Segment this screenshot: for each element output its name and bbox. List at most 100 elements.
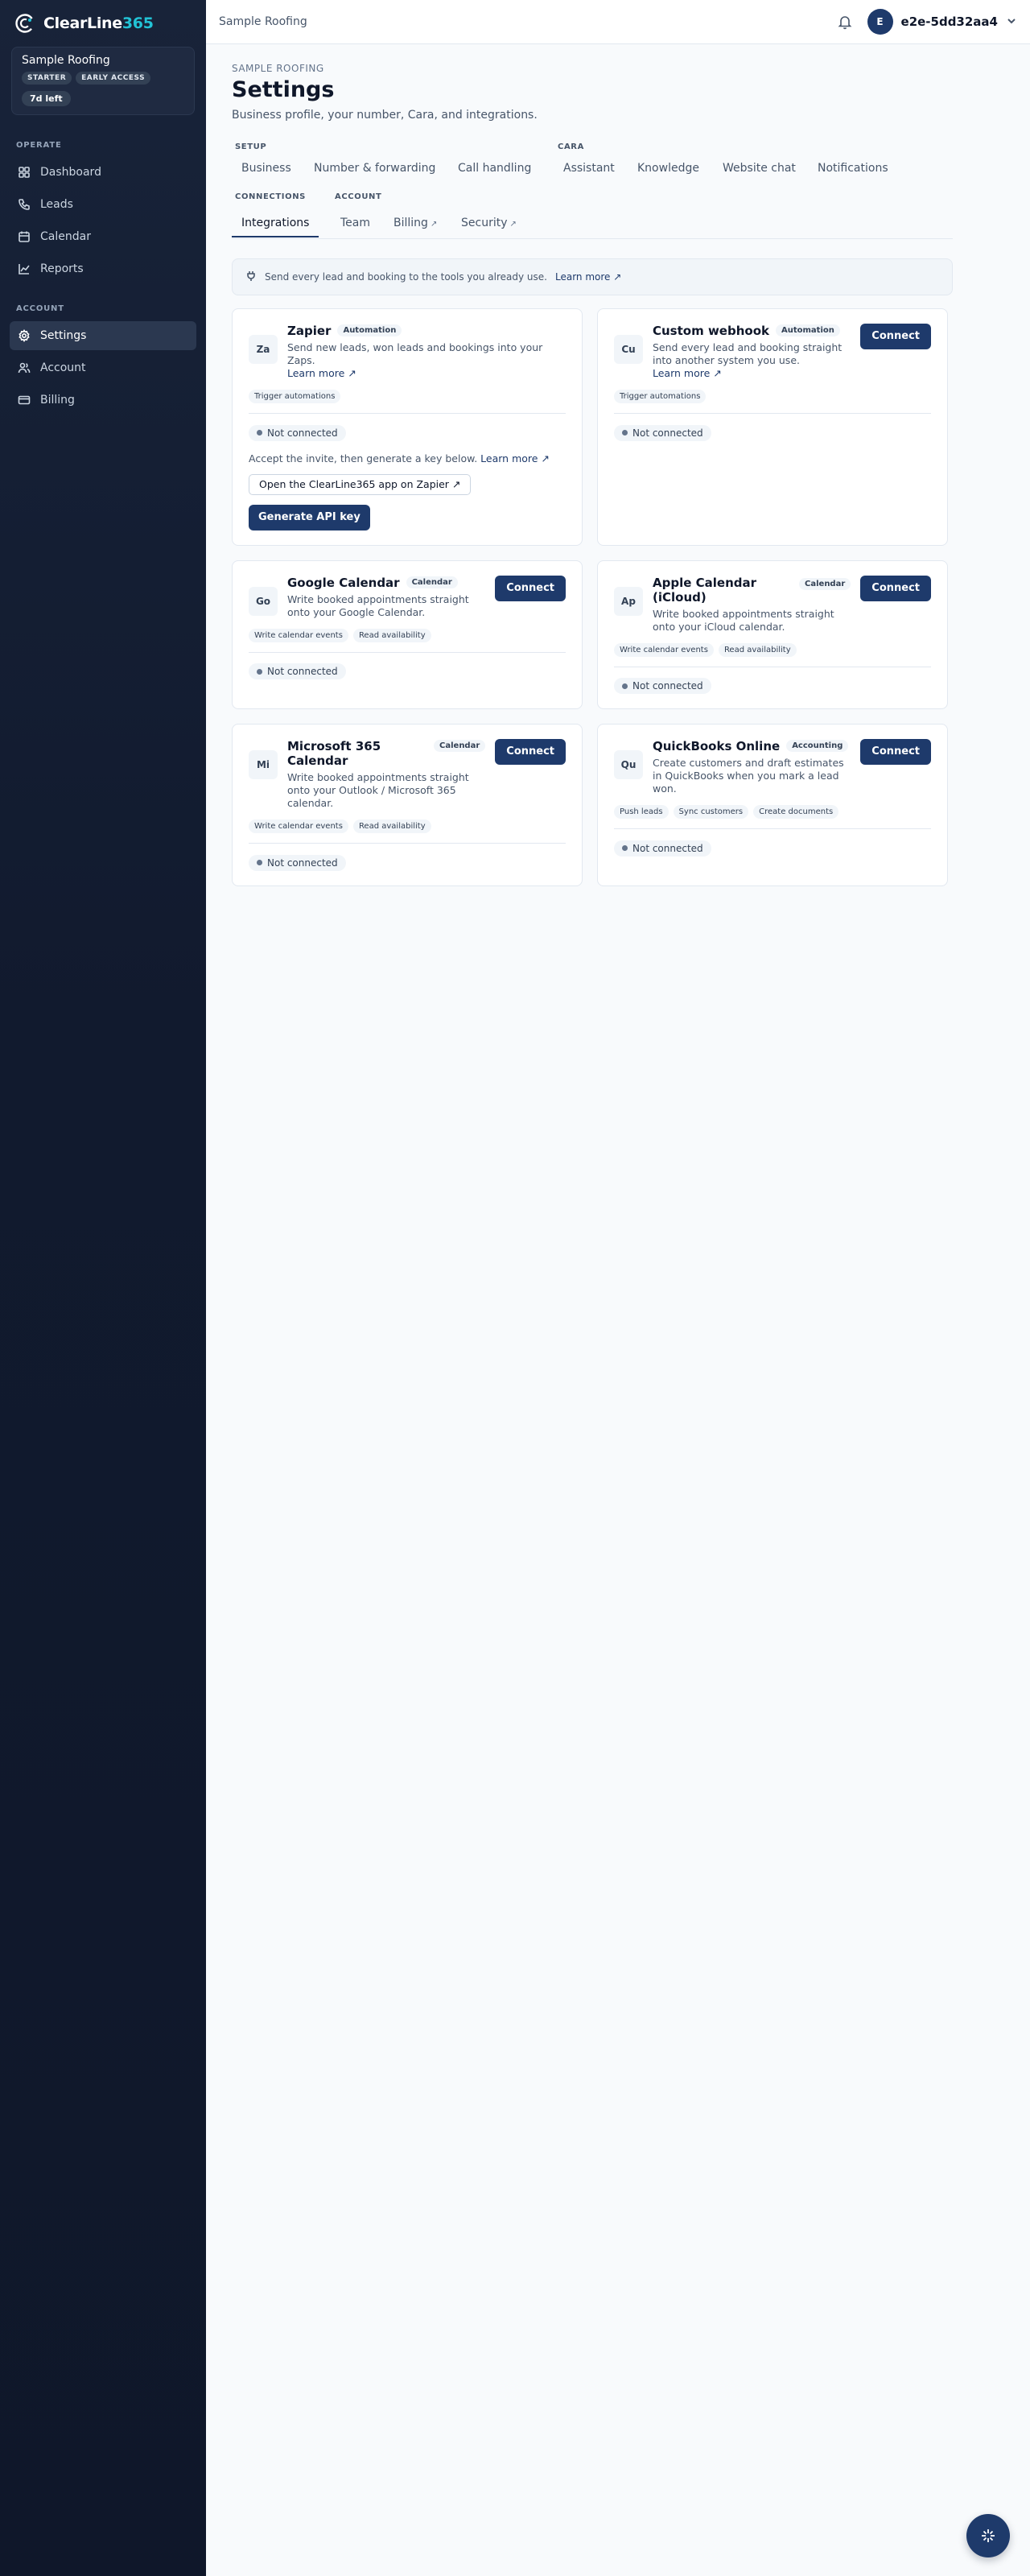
sidebar-item-label: Billing [40,394,75,407]
capability-chip: Read availability [718,642,797,657]
category-badge: Automation [337,324,402,336]
assistant-fab-button[interactable] [966,2514,1010,2557]
avatar: E [867,9,893,35]
integration-name: Google Calendar [287,575,400,590]
tab-group-account: ACCOUNT [335,192,382,201]
topbar-org-name: Sample Roofing [219,15,307,28]
user-name: e2e-5dd32aa4 [900,14,998,29]
banner-learn-more-link[interactable]: Learn more ↗ [555,271,621,283]
sidebar-item-billing[interactable]: Billing [10,386,196,415]
org-switcher[interactable]: Sample Roofing STARTER EARLY ACCESS 7d l… [11,47,195,115]
sidebar-item-label: Dashboard [40,166,101,179]
plug-icon [247,270,255,281]
tab-security[interactable]: Security ↗ [451,208,526,237]
chevron-down-icon [1007,18,1016,23]
sidebar-item-label: Reports [40,262,84,275]
page-subtitle: Business profile, your number, Cara, and… [232,109,538,122]
page-eyebrow: SAMPLE ROOFING [232,63,324,74]
divider [614,413,931,414]
integration-card-apple-calendar: Ap Apple Calendar (iCloud) Calendar Writ… [597,559,948,709]
divider [249,843,566,844]
hint-learn-more-link[interactable]: Learn more ↗ [480,452,550,464]
sparkle-icon [982,2529,995,2542]
integration-description: Write booked appointments straight onto … [653,607,834,633]
capability-chip: Sync customers [673,805,749,819]
capability-chip: Trigger automations [614,390,707,403]
integration-description: Write booked appointments straight onto … [287,771,469,809]
integration-description: Write booked appointments straight onto … [287,592,469,618]
sidebar-item-settings[interactable]: Settings [10,321,196,350]
brand[interactable]: ClearLine365 [0,0,206,47]
tab-notifications[interactable]: Notifications [808,154,898,183]
status-badge: Not connected [249,854,346,871]
learn-more-link[interactable]: Learn more ↗ [653,367,722,379]
tab-group-connections: CONNECTIONS [235,192,306,201]
sidebar-item-dashboard[interactable]: Dashboard [10,158,196,187]
integration-name: Zapier [287,324,332,338]
connect-button[interactable]: Connect [495,739,566,765]
integration-card-microsoft-365: Mi Microsoft 365 Calendar Calendar Write… [232,724,583,886]
category-badge: Calendar [406,576,458,588]
integration-tile: Mi [249,750,278,779]
phone-icon [19,199,30,210]
status-badge: Not connected [249,663,346,679]
integration-tile: Qu [614,750,643,779]
tab-group-cara: CARA [558,142,584,151]
settings-tabs: SETUP CARA Business Number & forwarding … [232,142,953,239]
tab-website-chat[interactable]: Website chat [713,154,805,183]
capability-chip: Push leads [614,805,669,819]
integration-description: Send every lead and booking straight int… [653,341,843,379]
main-content: SAMPLE ROOFING Settings Business profile… [232,63,953,886]
tab-knowledge[interactable]: Knowledge [628,154,709,183]
tab-team[interactable]: Team [331,208,380,237]
integration-card-quickbooks: Qu QuickBooks Online Accounting Create c… [597,724,948,886]
capability-chip: Create documents [753,805,839,819]
sidebar-item-reports[interactable]: Reports [10,254,196,283]
status-badge: Not connected [249,424,346,441]
integration-name: Microsoft 365 Calendar [287,739,381,768]
capability-chip: Write calendar events [249,819,348,833]
trial-days-left: 7d left [22,91,71,106]
sidebar-item-calendar[interactable]: Calendar [10,222,196,251]
connect-button[interactable]: Connect [860,739,931,765]
divider [614,828,931,829]
notifications-button[interactable] [837,14,853,30]
sidebar-item-label: Settings [40,329,87,342]
integration-name: Apple Calendar (iCloud) [653,575,757,605]
capability-chip: Trigger automations [249,390,341,403]
status-badge: Not connected [614,678,711,694]
sidebar: ClearLine365 Sample Roofing STARTER EARL… [0,0,206,2576]
sidebar-item-label: Account [40,361,86,374]
clearline-logo-icon [15,14,35,33]
tab-assistant[interactable]: Assistant [554,154,624,183]
banner-text: Send every lead and booking to the tools… [265,271,547,283]
connect-button[interactable]: Connect [860,575,931,601]
tab-integrations[interactable]: Integrations [232,208,319,237]
user-menu[interactable]: E e2e-5dd32aa4 [867,9,1017,35]
card-icon [18,395,31,405]
generate-api-key-button[interactable]: Generate API key [249,504,370,530]
sidebar-item-account[interactable]: Account [10,353,196,382]
tab-business[interactable]: Business [232,154,301,183]
integration-card-custom-webhook: Cu Custom webhook Automation Send every … [597,308,948,546]
grid-icon [19,167,30,178]
tab-billing[interactable]: Billing ↗ [384,208,447,237]
tab-group-setup: SETUP [235,142,267,151]
capability-chip: Read availability [352,819,431,833]
connect-button[interactable]: Connect [495,575,566,601]
external-link-icon: ↗ [430,220,438,229]
page-title: Settings [232,77,335,102]
tab-number-forwarding[interactable]: Number & forwarding [304,154,445,183]
tab-call-handling[interactable]: Call handling [448,154,541,183]
category-badge: Accounting [786,740,849,752]
status-badge: Not connected [614,424,711,441]
category-badge: Calendar [434,740,486,752]
open-zapier-app-button[interactable]: Open the ClearLine365 app on Zapier ↗ [249,473,472,495]
bell-icon [838,16,851,30]
sidebar-item-leads[interactable]: Leads [10,190,196,219]
users-icon [18,362,31,374]
connect-button[interactable]: Connect [860,324,931,349]
calendar-icon [19,231,30,242]
integration-tile: Za [249,335,278,364]
learn-more-link[interactable]: Learn more ↗ [287,367,356,379]
